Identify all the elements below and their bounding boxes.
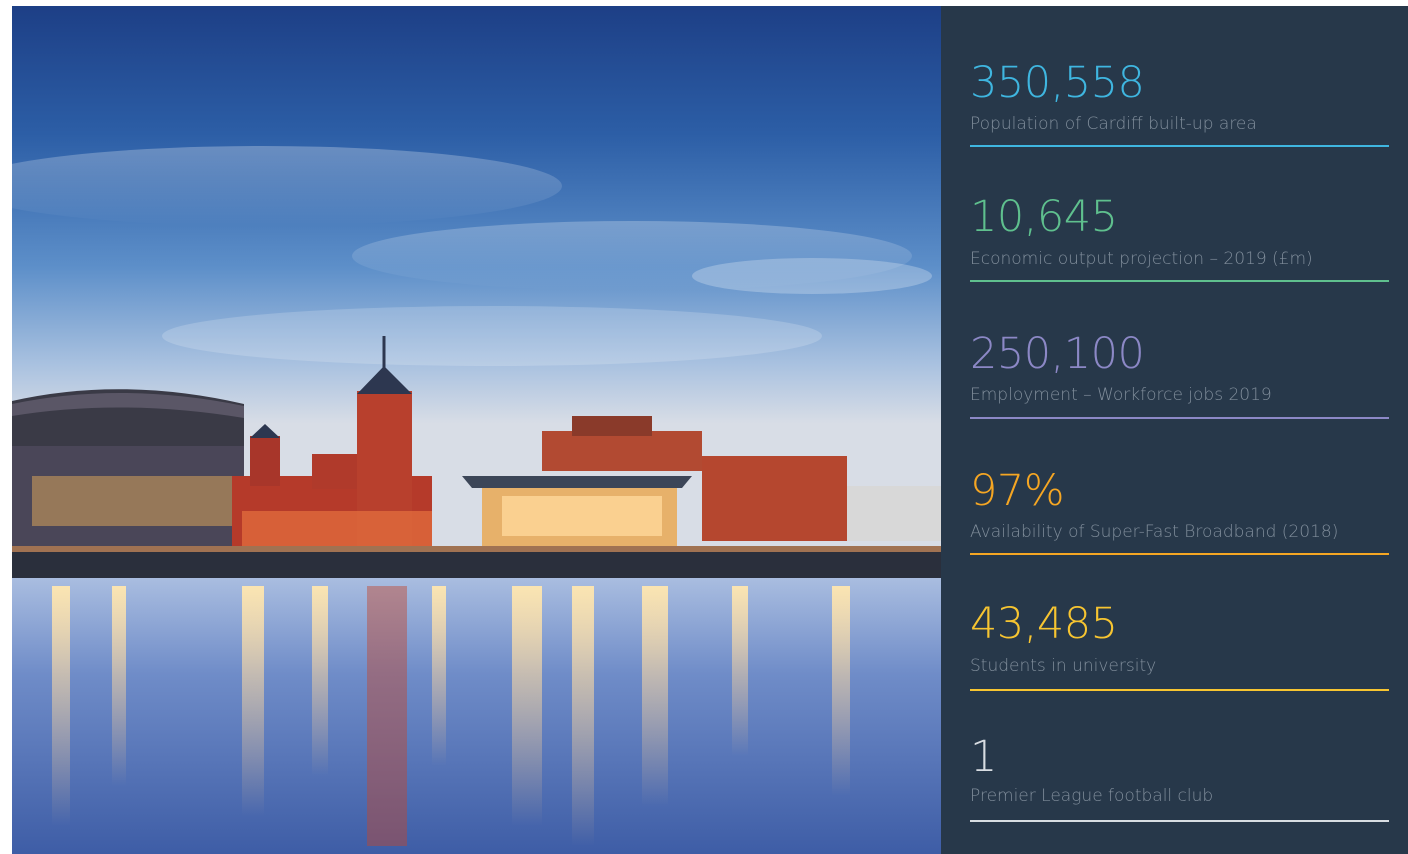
stat-label: Economic output projection – 2019 (£m) <box>970 249 1313 269</box>
stat-value: 97% <box>970 466 1065 516</box>
stat-label: Population of Cardiff built-up area <box>970 114 1257 134</box>
stat-value: 1 <box>970 732 997 782</box>
stat-divider <box>970 553 1389 555</box>
stat-divider <box>970 280 1389 282</box>
stat-label: Employment – Workforce jobs 2019 <box>970 385 1272 405</box>
stat-value: 250,100 <box>970 329 1145 379</box>
cardiff-bay-photo <box>12 6 941 854</box>
stat-value: 43,485 <box>970 599 1118 649</box>
stat-divider <box>970 417 1389 419</box>
stat-divider <box>970 145 1389 147</box>
stat-value: 10,645 <box>970 192 1118 242</box>
stat-label: Students in university <box>970 656 1157 676</box>
stat-label: Availability of Super-Fast Broadband (20… <box>970 522 1339 542</box>
stats-panel: 350,558 Population of Cardiff built-up a… <box>941 6 1408 854</box>
stat-divider <box>970 689 1389 691</box>
stat-label: Premier League football club <box>970 786 1214 806</box>
stat-value: 350,558 <box>970 58 1145 108</box>
cardiff-bay-illustration <box>12 6 941 854</box>
stat-divider <box>970 820 1389 822</box>
